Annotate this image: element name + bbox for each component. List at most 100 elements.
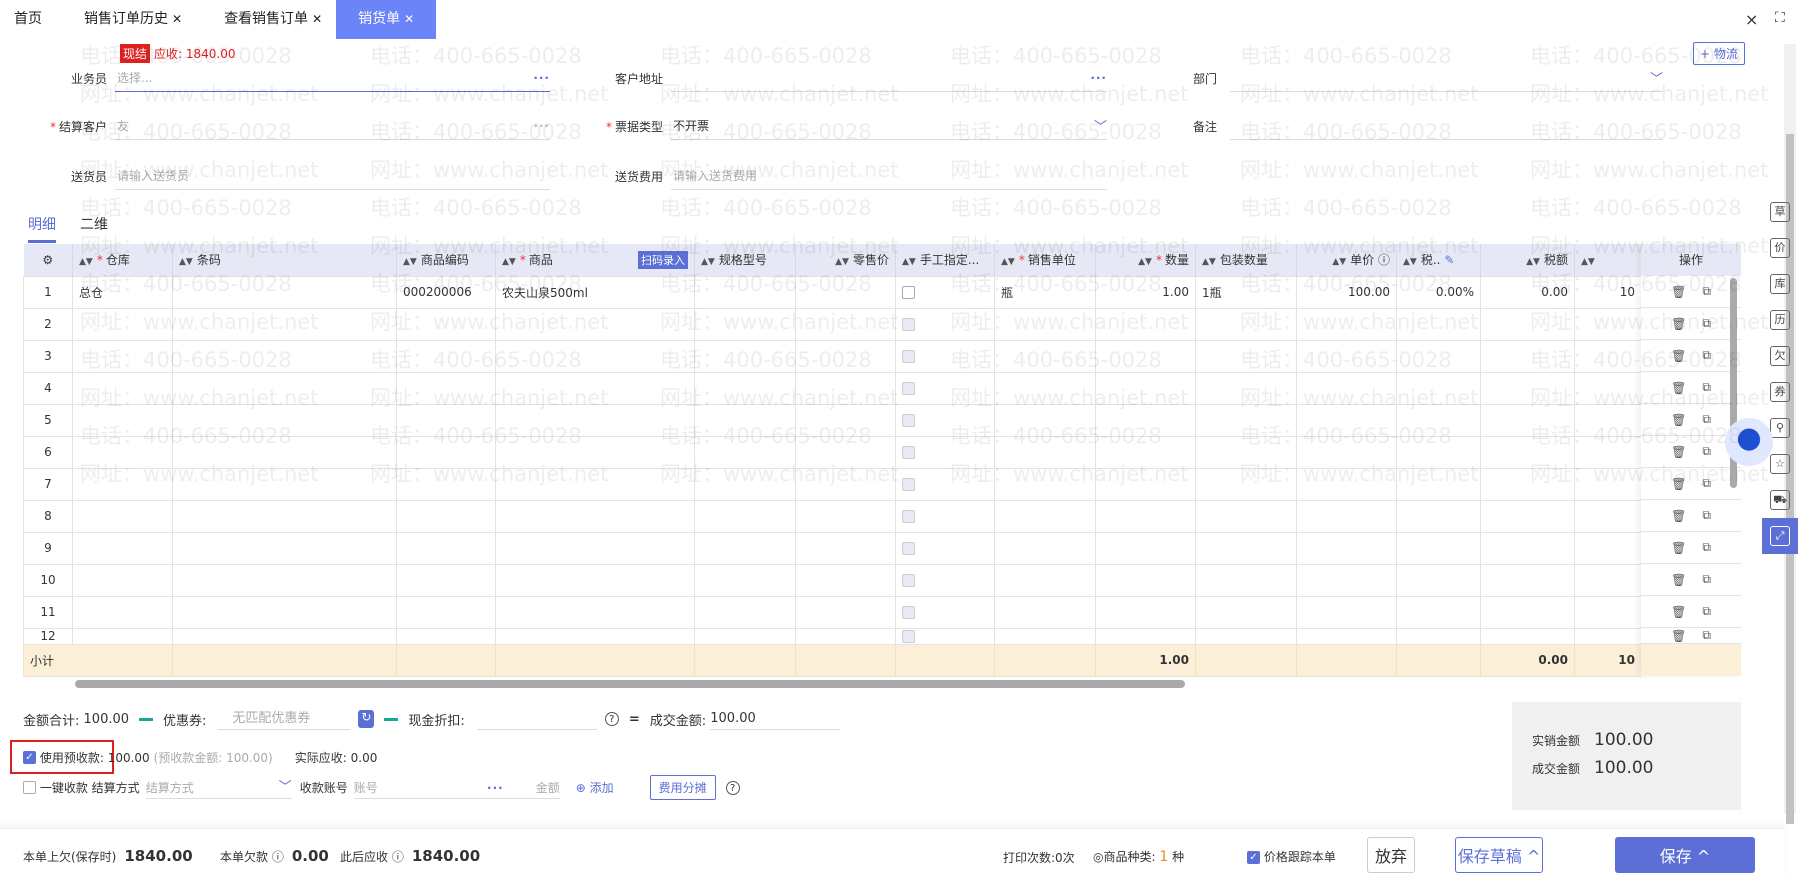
- price-track-checkbox[interactable]: ✓: [1247, 851, 1260, 864]
- chevron-down-icon[interactable]: ﹀: [1650, 68, 1663, 87]
- cell-retail[interactable]: [795, 339, 896, 373]
- cell-barcode[interactable]: [172, 403, 397, 437]
- cell-unit[interactable]: [994, 339, 1096, 373]
- cell-spec[interactable]: [694, 627, 796, 645]
- cell-qty[interactable]: [1095, 595, 1196, 629]
- tab-2d[interactable]: 二维: [80, 214, 108, 243]
- cell-product[interactable]: [495, 371, 695, 405]
- cell-code[interactable]: [396, 627, 496, 645]
- cell-warehouse[interactable]: [72, 371, 173, 405]
- cell-spec[interactable]: [694, 339, 796, 373]
- price-track[interactable]: ✓ 价格跟踪本单: [1247, 848, 1336, 865]
- cell-amount[interactable]: [1574, 531, 1642, 565]
- sort-icon[interactable]: ▲▼: [403, 257, 417, 267]
- manual-cell[interactable]: [895, 275, 995, 309]
- close-icon[interactable]: ✕: [172, 12, 182, 26]
- column-header[interactable]: ▲▼ 零售价: [795, 244, 896, 276]
- column-header[interactable]: ▲▼ * 销售单位: [994, 244, 1096, 276]
- one-click-receipt-checkbox[interactable]: [23, 781, 36, 794]
- copy-row-icon[interactable]: ⧉: [1702, 604, 1711, 619]
- cell-amount[interactable]: [1574, 627, 1642, 645]
- manual-checkbox[interactable]: [902, 630, 915, 643]
- sidebar-history-button[interactable]: 历: [1762, 302, 1798, 338]
- cell-tax[interactable]: [1480, 467, 1575, 501]
- manual-checkbox[interactable]: [902, 510, 915, 523]
- scan-entry-button[interactable]: 扫码录入: [638, 250, 688, 269]
- cell-warehouse[interactable]: [72, 627, 173, 645]
- cell-unit[interactable]: [994, 467, 1096, 501]
- cell-qty[interactable]: [1095, 435, 1196, 469]
- sidebar-stock-button[interactable]: 库: [1762, 266, 1798, 302]
- cell-code[interactable]: [396, 339, 496, 373]
- cell-warehouse[interactable]: [72, 531, 173, 565]
- cell-warehouse[interactable]: [72, 595, 173, 629]
- cell-product[interactable]: [495, 435, 695, 469]
- salesman-input[interactable]: 选择...: [117, 69, 152, 86]
- cell-pack[interactable]: [1195, 339, 1297, 373]
- manual-cell[interactable]: [895, 563, 995, 597]
- cell-tax_rate[interactable]: [1396, 403, 1481, 437]
- cell-product[interactable]: [495, 499, 695, 533]
- cell-retail[interactable]: [795, 595, 896, 629]
- sort-icon[interactable]: ▲▼: [835, 257, 849, 267]
- cell-barcode[interactable]: [172, 275, 397, 309]
- delete-icon[interactable]: 🗑: [1671, 413, 1686, 427]
- settle-method-select[interactable]: 结算方式 ﹀: [145, 777, 292, 799]
- department-field[interactable]: 部门 ﹀: [1193, 64, 1663, 92]
- manual-checkbox[interactable]: [902, 574, 915, 587]
- tab-sales-delivery[interactable]: 销货单 ✕: [336, 0, 437, 39]
- cell-unit[interactable]: [994, 595, 1096, 629]
- cell-code[interactable]: [396, 467, 496, 501]
- cell-retail[interactable]: [795, 563, 896, 597]
- delete-icon[interactable]: 🗑: [1671, 285, 1686, 299]
- table-row[interactable]: 4: [23, 371, 1642, 405]
- cell-amount[interactable]: [1574, 339, 1642, 373]
- cell-code[interactable]: [396, 307, 496, 341]
- delete-icon[interactable]: 🗑: [1671, 317, 1686, 331]
- delete-icon[interactable]: 🗑: [1671, 605, 1686, 619]
- table-row[interactable]: 2: [23, 307, 1642, 341]
- sort-icon[interactable]: ▲▼: [1202, 257, 1216, 267]
- cell-amount[interactable]: [1574, 435, 1642, 469]
- cell-barcode[interactable]: [172, 467, 397, 501]
- cell-code[interactable]: [396, 595, 496, 629]
- cell-amount[interactable]: [1574, 467, 1642, 501]
- sort-icon[interactable]: ▲▼: [701, 257, 715, 267]
- cell-product[interactable]: [495, 627, 695, 645]
- more-icon[interactable]: ···: [533, 71, 550, 85]
- cell-pack[interactable]: 1瓶: [1195, 275, 1297, 309]
- table-row[interactable]: 10: [23, 563, 1642, 597]
- cell-unit[interactable]: [994, 307, 1096, 341]
- cell-pack[interactable]: [1195, 499, 1297, 533]
- column-header[interactable]: ▲▼ 条码: [172, 244, 397, 276]
- cell-code[interactable]: [396, 435, 496, 469]
- help-icon[interactable]: ?: [604, 712, 619, 726]
- remark-field[interactable]: 备注: [1193, 112, 1663, 140]
- cell-barcode[interactable]: [172, 435, 397, 469]
- cell-qty[interactable]: [1095, 563, 1196, 597]
- close-icon[interactable]: ✕: [312, 12, 322, 26]
- cell-retail[interactable]: [795, 499, 896, 533]
- manual-cell[interactable]: [895, 531, 995, 565]
- cell-unit[interactable]: [994, 371, 1096, 405]
- table-row[interactable]: 6: [23, 435, 1642, 469]
- settle-customer-input[interactable]: 友: [117, 117, 129, 134]
- sort-icon[interactable]: ▲▼: [1001, 257, 1015, 267]
- cell-price[interactable]: [1296, 307, 1397, 341]
- cell-barcode[interactable]: [172, 307, 397, 341]
- cell-tax_rate[interactable]: [1396, 627, 1481, 645]
- tab-view-sales-order[interactable]: 查看销售订单 ✕: [210, 0, 336, 39]
- cell-price[interactable]: [1296, 531, 1397, 565]
- cell-amount[interactable]: [1574, 371, 1642, 405]
- sidebar-coupon-button[interactable]: 券: [1762, 374, 1798, 410]
- manual-cell[interactable]: [895, 403, 995, 437]
- assistant-robot-icon[interactable]: [1725, 418, 1773, 466]
- cell-spec[interactable]: [694, 307, 796, 341]
- cell-tax_rate[interactable]: [1396, 467, 1481, 501]
- sort-icon[interactable]: ▲▼: [902, 257, 916, 267]
- cell-tax[interactable]: [1480, 307, 1575, 341]
- manual-cell[interactable]: [895, 339, 995, 373]
- manual-cell[interactable]: [895, 499, 995, 533]
- cell-retail[interactable]: [795, 627, 896, 645]
- cell-tax_rate[interactable]: [1396, 339, 1481, 373]
